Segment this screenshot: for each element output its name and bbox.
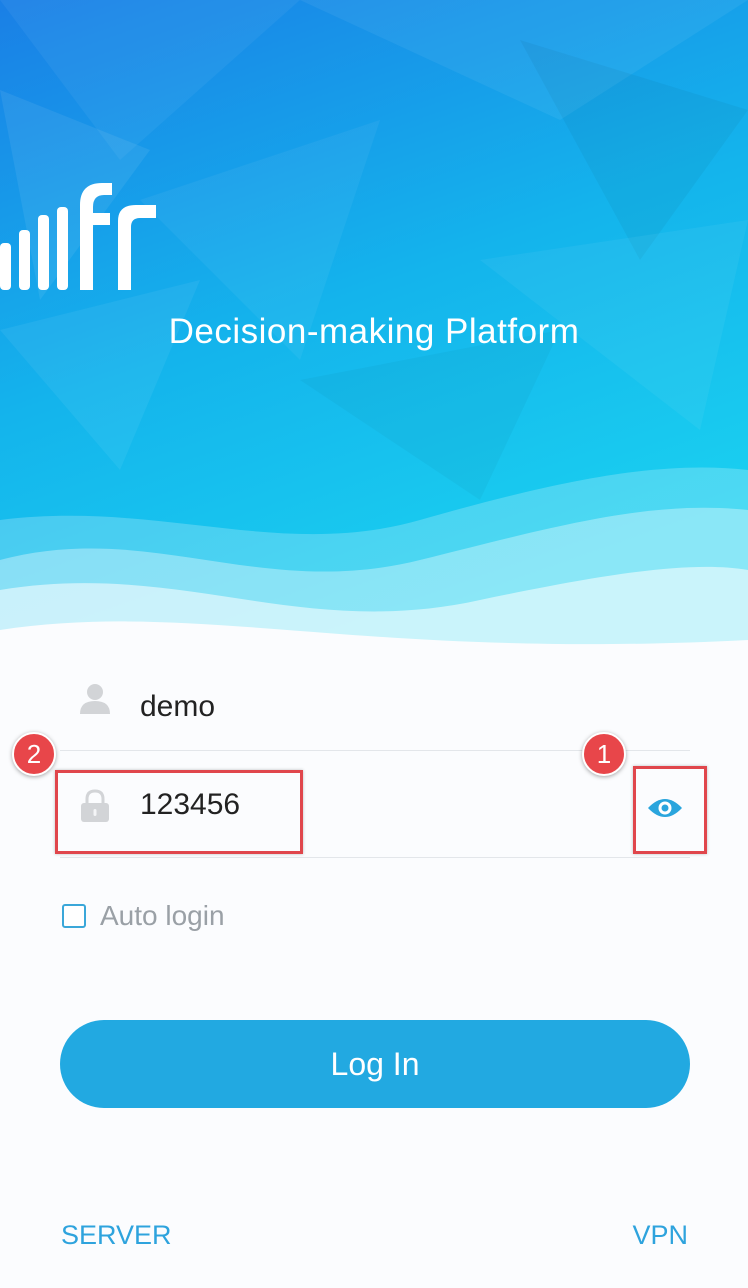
annotation-box-password [55,770,303,854]
header-banner: Decision-making Platform [0,0,748,660]
username-value: demo [140,690,216,723]
annotation-badge-1: 1 [582,732,626,776]
user-icon [78,679,112,719]
fr-logo-icon [0,175,748,295]
auto-login-checkbox[interactable] [62,904,86,928]
annotation-box-eye [633,766,707,854]
vpn-link[interactable]: VPN [632,1220,688,1251]
annotation-badge-2: 2 [12,732,56,776]
auto-login-label: Auto login [100,900,225,931]
auto-login-toggle[interactable]: Auto login [62,900,225,932]
server-link[interactable]: SERVER [61,1220,172,1251]
app-title: Decision-making Platform [168,312,580,351]
login-button[interactable]: Log In [60,1020,690,1108]
